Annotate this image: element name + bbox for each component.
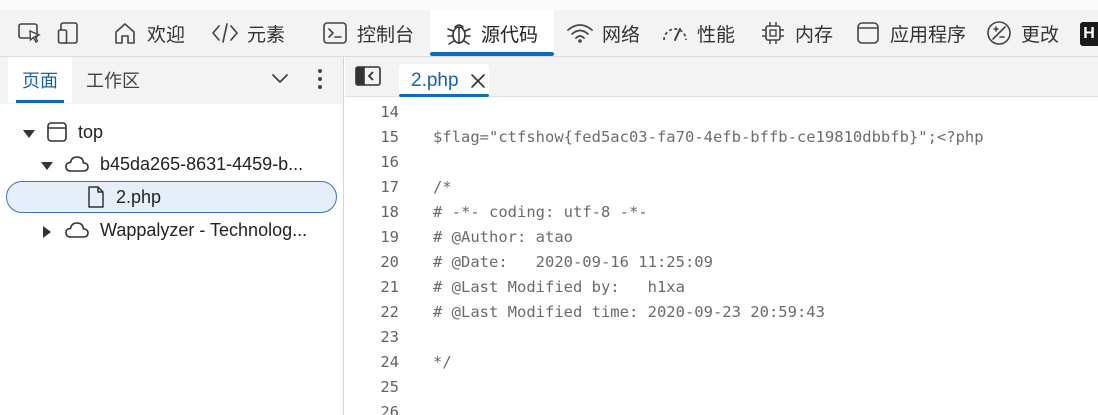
tab-application-label: 应用程序: [890, 24, 967, 46]
tab-sources-label: 源代码: [481, 24, 539, 46]
line-number: 18: [380, 202, 399, 221]
toggle-navigator-icon[interactable]: [355, 66, 381, 86]
code-line: 14: [345, 99, 1098, 124]
expanded-arrow-icon: [40, 157, 54, 171]
line-number: 21: [380, 277, 399, 296]
code-line: 19 # @Author: atao: [345, 224, 1098, 249]
code-line: 21 # @Last Modified by: h1xa: [345, 274, 1098, 299]
line-number: 14: [380, 102, 399, 121]
inspect-element-button[interactable]: [15, 10, 52, 56]
code-text: */: [433, 352, 452, 371]
chip-icon: [758, 18, 788, 48]
line-number: 20: [380, 252, 399, 271]
line-number: 26: [380, 402, 399, 415]
device-emulation-button[interactable]: [55, 10, 92, 56]
tab-console[interactable]: 控制台: [320, 10, 414, 56]
tab-elements-label: 元素: [247, 24, 286, 46]
tab-changes-label: 更改: [1021, 24, 1060, 46]
collapsed-arrow-icon: [40, 223, 54, 238]
line-number: 15: [380, 127, 399, 146]
tree-item-top[interactable]: top: [22, 117, 103, 147]
editor-tab-label: 2.php: [411, 69, 459, 91]
tree-item-label: b45da265-8631-4459-b...: [100, 153, 304, 174]
sources-navigator: 页面 工作区 top b45da265-8631-4459-b... 2.php…: [0, 57, 344, 415]
inspect-icon: [15, 18, 45, 48]
code-text: # @Last Modified by: h1xa: [433, 277, 685, 296]
tree-item-label: Wappalyzer - Technolog...: [100, 219, 308, 240]
toolbar-top-strip: [0, 0, 1098, 10]
code-line: 24 */: [345, 349, 1098, 374]
frame-icon: [46, 121, 68, 143]
code-editor: 2.php 14 15 $flag="ctfshow{fed5ac03-fa70-…: [345, 57, 1098, 415]
code-line: 26: [345, 399, 1098, 415]
tab-changes[interactable]: 更改: [984, 10, 1059, 56]
tree-item-label: top: [78, 121, 104, 142]
code-tag-icon: [210, 18, 240, 48]
close-icon[interactable]: [469, 72, 487, 90]
tab-memory[interactable]: 内存: [758, 10, 833, 56]
application-icon: [853, 18, 883, 48]
line-number: 22: [380, 302, 399, 321]
home-icon: [110, 18, 140, 48]
code-text: /*: [433, 177, 452, 196]
selected-row-highlight: [6, 181, 337, 213]
navigator-tabs: 页面 工作区: [0, 57, 343, 104]
code-line: 18 # -*- coding: utf-8 -*-: [345, 199, 1098, 224]
line-number: 19: [380, 227, 399, 246]
code-line: 23: [345, 324, 1098, 349]
tab-performance-label: 性能: [697, 24, 736, 46]
editor-tab-bar: 2.php: [345, 57, 1098, 97]
line-number: 17: [380, 177, 399, 196]
tab-network[interactable]: 网络: [565, 10, 640, 56]
tree-item-label: 2.php: [116, 186, 162, 207]
console-icon: [320, 18, 350, 48]
expanded-arrow-icon: [22, 125, 36, 139]
cloud-icon: [64, 220, 90, 240]
code-text: $flag="ctfshow{fed5ac03-fa70-4efb-bffb-c…: [433, 127, 984, 146]
code-text: # @Author: atao: [433, 227, 573, 246]
tab-welcome-label: 欢迎: [147, 24, 186, 46]
line-number: 24: [380, 352, 399, 371]
tab-sources[interactable]: 源代码: [430, 10, 554, 56]
tab-console-label: 控制台: [357, 24, 415, 46]
code-line: 22 # @Last Modified time: 2020-09-23 20:5…: [345, 299, 1098, 324]
tab-network-label: 网络: [602, 24, 641, 46]
tab-page[interactable]: 页面: [8, 57, 72, 103]
changes-icon: [984, 18, 1014, 48]
tab-elements[interactable]: 元素: [210, 10, 285, 56]
code-line: 16: [345, 149, 1098, 174]
line-number: 16: [380, 152, 399, 171]
code-line: 17 /*: [345, 174, 1098, 199]
tab-workspace[interactable]: 工作区: [86, 57, 140, 103]
tab-performance[interactable]: 性能: [660, 10, 735, 56]
code-text: # -*- coding: utf-8 -*-: [433, 202, 648, 221]
code-line: 15 $flag="ctfshow{fed5ac03-fa70-4efb-bffb…: [345, 124, 1098, 149]
editor-tab-file[interactable]: 2.php: [399, 64, 489, 97]
code-line: 20 # @Date: 2020-09-16 11:25:09: [345, 249, 1098, 274]
line-number: 25: [380, 377, 399, 396]
tab-page-label: 页面: [22, 71, 58, 91]
chevron-down-icon[interactable]: [268, 67, 292, 91]
more-tools-icon[interactable]: H: [1080, 22, 1098, 46]
bug-icon: [444, 18, 474, 48]
tab-memory-label: 内存: [795, 24, 834, 46]
code-line: 25: [345, 374, 1098, 399]
device-emulation-icon: [55, 18, 85, 48]
tree-item-domain[interactable]: b45da265-8631-4459-b...: [40, 149, 303, 179]
tab-welcome[interactable]: 欢迎: [110, 10, 185, 56]
more-options-icon[interactable]: [310, 65, 330, 93]
tab-application[interactable]: 应用程序: [853, 10, 966, 56]
line-number: 23: [380, 327, 399, 346]
tree-item-extension[interactable]: Wappalyzer - Technolog...: [40, 215, 307, 245]
performance-icon: [660, 18, 690, 48]
wifi-icon: [565, 18, 595, 48]
tab-workspace-label: 工作区: [86, 71, 140, 91]
tree-item-file[interactable]: 2.php: [86, 182, 161, 212]
code-text: # @Date: 2020-09-16 11:25:09: [433, 252, 713, 271]
file-icon: [86, 185, 106, 209]
active-tab-indicator: [430, 52, 554, 56]
code-text: # @Last Modified time: 2020-09-23 20:59:…: [433, 302, 825, 321]
cloud-icon: [64, 154, 90, 174]
devtools-toolbar: 欢迎 元素 控制台 源代码 网络 性能 内存 应用程序 更改 H: [0, 0, 1098, 57]
